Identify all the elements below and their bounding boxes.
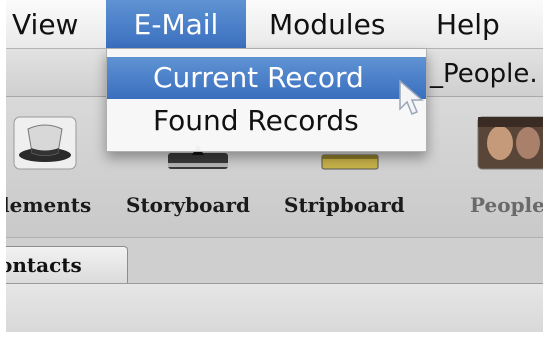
mouse-pointer-icon [398, 79, 425, 117]
content-area [6, 283, 543, 332]
menu-modules[interactable]: Modules [269, 0, 385, 48]
top-hat-icon[interactable] [12, 115, 78, 171]
menu-help[interactable]: Help [436, 0, 500, 48]
tab-strip: ontacts [6, 237, 543, 285]
menu-bar: View E-Mail Modules Help [6, 0, 543, 49]
menu-item-current-record[interactable]: Current Record [107, 57, 426, 99]
email-dropdown-menu: Current Record Found Records [106, 49, 427, 152]
people-photo-icon[interactable] [476, 115, 543, 171]
menu-item-current-record-label: Current Record [153, 61, 364, 94]
window-title: _People. [430, 59, 538, 89]
menu-email[interactable]: E-Mail [106, 0, 246, 48]
tab-contacts[interactable]: ontacts [6, 246, 128, 285]
toolbar-label-stripboard[interactable]: Stripboard [284, 193, 405, 217]
menu-item-found-records-label: Found Records [153, 104, 359, 137]
screenshot-frame: View E-Mail Modules Help _People. lement… [6, 0, 543, 332]
menu-view[interactable]: View [6, 0, 90, 48]
toolbar-label-storyboard[interactable]: Storyboard [126, 193, 250, 217]
toolbar-label-elements[interactable]: lements [6, 193, 91, 217]
tab-contacts-label: ontacts [6, 253, 82, 277]
toolbar-label-people[interactable]: People [470, 193, 543, 217]
menu-item-found-records[interactable]: Found Records [107, 100, 426, 142]
